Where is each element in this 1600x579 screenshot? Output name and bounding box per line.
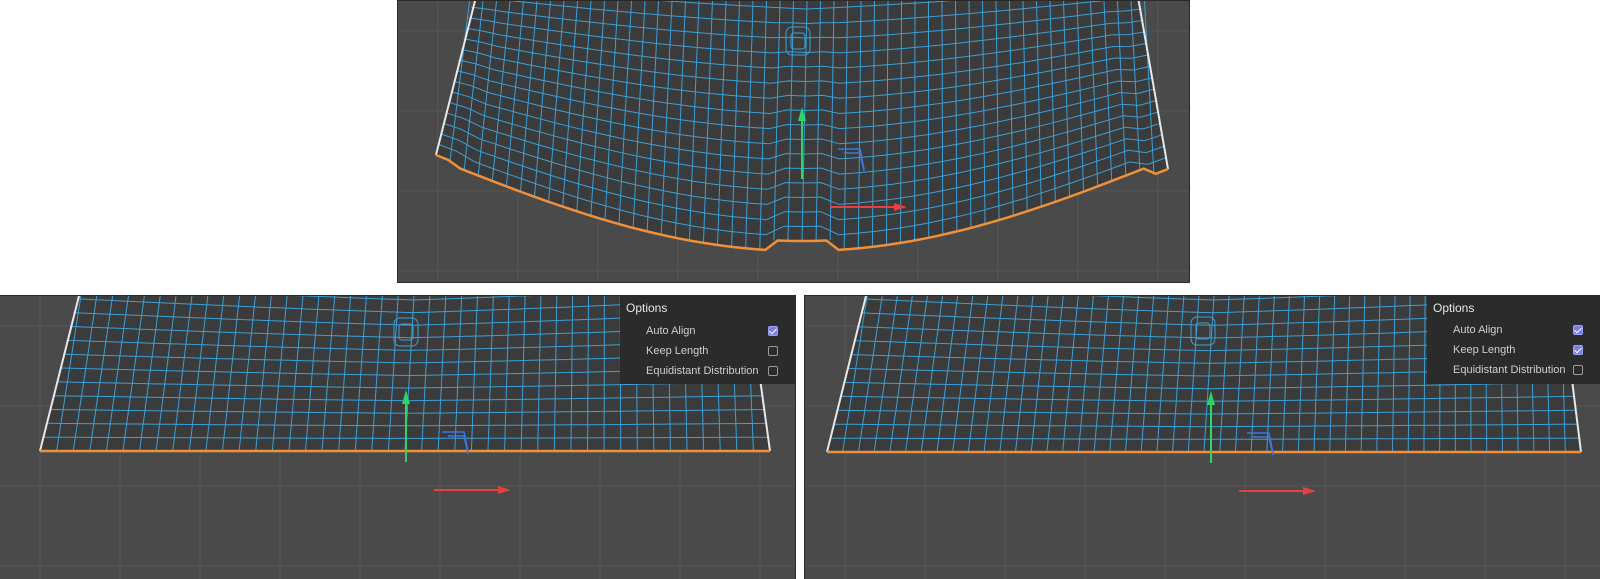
option-label: Auto Align [1453, 324, 1503, 336]
viewport-top[interactable] [397, 0, 1190, 283]
option-keep-length[interactable]: Keep Length [1453, 343, 1591, 359]
viewport-bottom-right[interactable]: Options Auto Align Keep Length Equidista… [804, 295, 1600, 579]
option-keep-length[interactable]: Keep Length [646, 344, 786, 360]
mesh-view-top[interactable] [398, 1, 1190, 283]
option-equidistant-distribution[interactable]: Equidistant Distribution [1453, 363, 1591, 379]
option-label: Keep Length [1453, 344, 1516, 356]
option-label: Equidistant Distribution [1453, 364, 1566, 376]
x-axis-arrow-icon [1303, 487, 1316, 495]
viewport-bottom-left[interactable]: Options Auto Align Keep Length Equidista… [0, 295, 796, 579]
equidistant-distribution-checkbox[interactable] [768, 366, 778, 376]
auto-align-checkbox[interactable] [1573, 325, 1583, 335]
option-label: Auto Align [646, 325, 696, 337]
option-label: Keep Length [646, 345, 709, 357]
keep-length-checkbox[interactable] [1573, 345, 1583, 355]
options-title: Options [626, 301, 668, 315]
equidistant-distribution-checkbox[interactable] [1573, 365, 1583, 375]
option-equidistant-distribution[interactable]: Equidistant Distribution [646, 364, 786, 380]
auto-align-checkbox[interactable] [768, 326, 778, 336]
option-auto-align[interactable]: Auto Align [1453, 323, 1591, 339]
options-panel-right: Options Auto Align Keep Length Equidista… [1427, 296, 1600, 384]
options-panel-left: Options Auto Align Keep Length Equidista… [620, 296, 795, 384]
option-auto-align[interactable]: Auto Align [646, 324, 786, 340]
options-title: Options [1433, 301, 1475, 315]
keep-length-checkbox[interactable] [768, 346, 778, 356]
option-label: Equidistant Distribution [646, 365, 759, 377]
x-axis-arrow-icon [498, 486, 511, 494]
